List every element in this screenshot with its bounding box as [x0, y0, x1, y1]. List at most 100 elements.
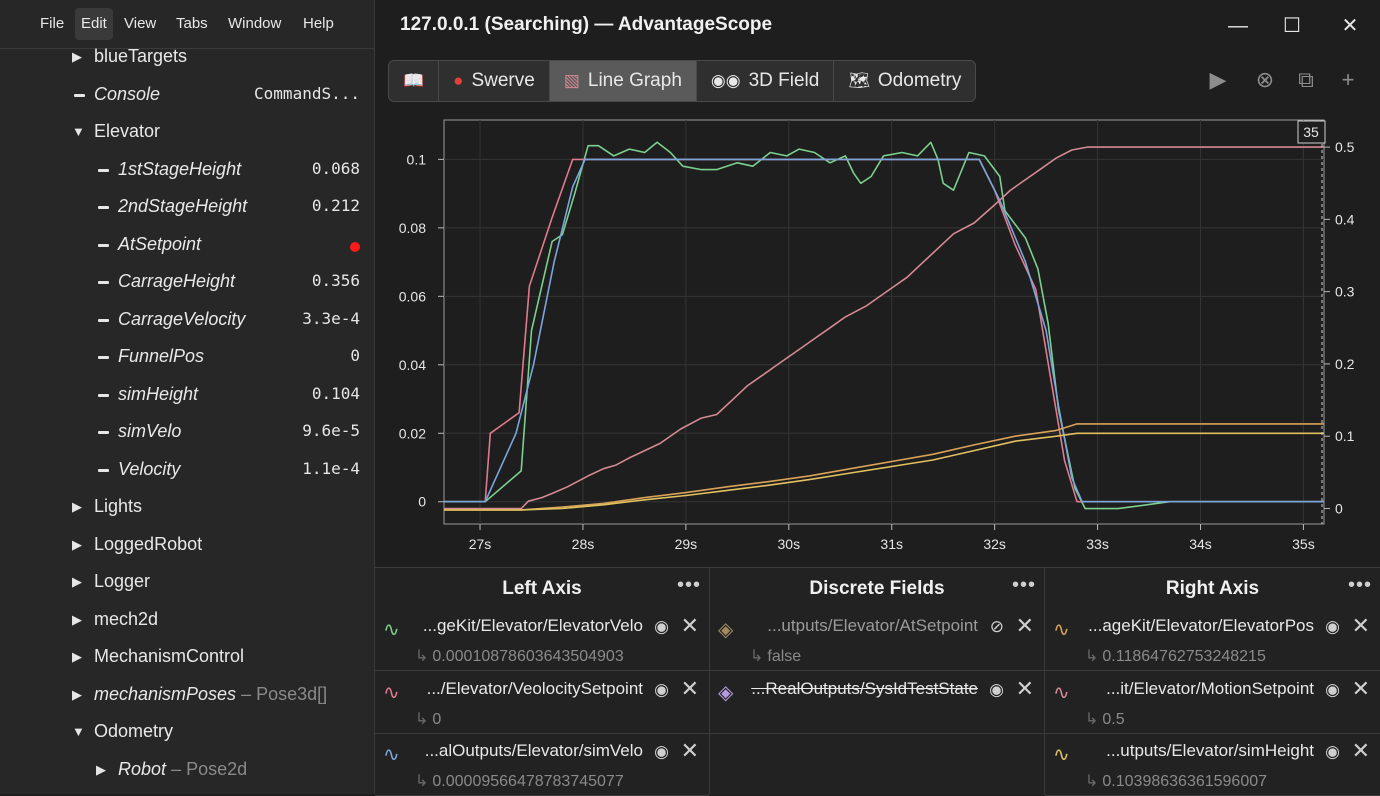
tree-field[interactable]: CarrageVelocity 3.3e-4: [0, 303, 374, 339]
tree-folder[interactable]: ▼ Odometry: [0, 715, 374, 751]
tree-label: blueTargets: [94, 46, 187, 67]
axis-field[interactable]: ∿ ...geKit/Elevator/ElevatorVelo ↳ 0.000108…: [375, 608, 709, 671]
eye-icon[interactable]: ◉: [989, 680, 1004, 700]
tree-field[interactable]: simHeight 0.104: [0, 378, 374, 414]
tree-label-text: Logger: [94, 571, 151, 591]
tree-folder[interactable]: ▶ blueTargets: [0, 40, 374, 76]
chevron-right-icon[interactable]: ▶: [72, 687, 86, 703]
chevron-right-icon[interactable]: ▶: [72, 499, 86, 515]
eye-off-icon[interactable]: ⊘: [990, 617, 1004, 637]
chevron-down-icon[interactable]: ▼: [72, 124, 86, 139]
eye-icon[interactable]: ◉: [654, 742, 669, 762]
chevron-right-icon[interactable]: ▶: [72, 537, 86, 553]
tree-folder[interactable]: ▶ Robot – Pose2d: [0, 753, 374, 789]
tree-folder[interactable]: ▼ Elevator: [0, 115, 374, 151]
tree-label-text: Velocity: [118, 458, 181, 479]
tab-line-graph[interactable]: ▧ Line Graph: [549, 61, 697, 101]
axis-field[interactable]: ∿ ...alOutputs/Elevator/simVelo ↳ 0.0000956…: [375, 733, 709, 796]
remove-field-icon[interactable]: ✕: [681, 676, 699, 702]
maximize-icon[interactable]: ☐: [1277, 12, 1307, 40]
axis-field[interactable]: ∿ ...utputs/Elevator/simHeight ↳ 0.10398636…: [1045, 733, 1380, 796]
close-icon[interactable]: ✕: [1335, 12, 1365, 40]
tab-3d-field[interactable]: ◉◉ 3D Field: [697, 61, 835, 101]
chevron-down-icon[interactable]: ▼: [72, 724, 86, 739]
axis-field[interactable]: ◈ ...utputs/Elevator/AtSetpoint ↳ false ⊘ ✕: [710, 608, 1044, 671]
tree-field[interactable]: 2ndStageHeight 0.212: [0, 190, 374, 226]
tree-field[interactable]: AtSetpoint: [0, 228, 374, 264]
docs-icon: 📖: [403, 71, 425, 90]
line-graph[interactable]: 0 0.02 0.04 0.06 0.08 0.1 0 0.1 0.2 0.3 0.4 0.5 27s 2…: [375, 108, 1380, 566]
tree-field[interactable]: Console CommandS...: [0, 78, 374, 114]
tree-field[interactable]: 1stStageHeight 0.068: [0, 153, 374, 189]
tree-field[interactable]: CarrageHeight 0.356: [0, 265, 374, 301]
more-options-icon[interactable]: •••: [1348, 574, 1372, 597]
tab-swerve[interactable]: ● Swerve: [439, 61, 550, 101]
menu-window[interactable]: Window: [222, 8, 287, 40]
tree-label-text: Console: [94, 83, 161, 104]
eye-icon[interactable]: ◉: [654, 680, 669, 700]
eye-icon[interactable]: ◉: [1325, 680, 1340, 700]
menu-file[interactable]: File: [34, 8, 70, 40]
tree-label-text: 1stStageHeight: [118, 158, 242, 179]
tree-label: MechanismControl: [94, 646, 244, 667]
x-tick-label: 32s: [983, 536, 1006, 552]
play-icon[interactable]: ▶: [1204, 66, 1232, 94]
more-options-icon[interactable]: •••: [1012, 574, 1036, 597]
minimize-icon[interactable]: —: [1223, 12, 1253, 40]
chevron-right-icon[interactable]: ▶: [72, 49, 86, 65]
eye-icon[interactable]: ◉: [1325, 742, 1340, 762]
tab-docs[interactable]: 📖: [389, 61, 440, 101]
tree-field[interactable]: Velocity 1.1e-4: [0, 453, 374, 489]
more-options-icon[interactable]: •••: [677, 574, 701, 597]
window-title: 127.0.0.1 (Searching) — AdvantageScope: [400, 14, 773, 35]
remove-field-icon[interactable]: ✕: [681, 613, 699, 639]
remove-field-icon[interactable]: ✕: [681, 738, 699, 764]
chevron-right-icon[interactable]: ▶: [72, 649, 86, 665]
add-tab-icon[interactable]: +: [1334, 66, 1362, 94]
menu-view[interactable]: View: [118, 8, 162, 40]
tree-folder[interactable]: ▶ mechanismPoses – Pose3d[]: [0, 678, 374, 714]
field-dash-icon: [98, 281, 109, 284]
remove-field-icon[interactable]: ✕: [1016, 676, 1034, 702]
chevron-right-icon[interactable]: ▶: [96, 762, 110, 778]
tree-label-text: simVelo: [118, 421, 182, 441]
remove-field-icon[interactable]: ✕: [1016, 613, 1034, 639]
tree-folder[interactable]: ▶ LoggedRobot: [0, 528, 374, 564]
axis-field[interactable]: ∿ ...ageKit/Elevator/ElevatorPos ↳ 0.118647…: [1045, 608, 1380, 671]
menu-tabs[interactable]: Tabs: [170, 8, 214, 40]
tree-label: simHeight: [118, 384, 198, 405]
tree-label-text: 2ndStageHeight: [118, 196, 248, 216]
field-value-text: 0.5: [1102, 710, 1125, 728]
remove-field-icon[interactable]: ✕: [1352, 676, 1370, 702]
chevron-right-icon[interactable]: ▶: [72, 574, 86, 590]
axis-field[interactable]: ◈ ...RealOutputs/SysIdTestState ◉ ✕: [710, 671, 1044, 734]
line-graph-icon: ▧: [563, 71, 580, 90]
tree-folder[interactable]: ▶ Lights: [0, 490, 374, 526]
right-tick-label: 0.5: [1335, 139, 1355, 155]
tree-field[interactable]: simVelo 9.6e-5: [0, 415, 374, 451]
tree-label: Robot – Pose2d: [118, 759, 247, 780]
duplicate-tab-icon[interactable]: ⧉: [1292, 66, 1320, 94]
tree-field[interactable]: FunnelPos 0: [0, 340, 374, 376]
field-value: ↳ 0.5: [1085, 709, 1125, 729]
tab-label: Line Graph: [587, 70, 682, 91]
tree-type: – Pose3d[]: [241, 683, 328, 704]
tree-label-text: mech2d: [94, 608, 159, 629]
menu-edit[interactable]: Edit: [75, 8, 113, 40]
field-dash-icon: [74, 93, 85, 97]
tab-odometry[interactable]: 🗺 Odometry: [834, 61, 975, 101]
remove-field-icon[interactable]: ✕: [1352, 613, 1370, 639]
eye-icon[interactable]: ◉: [654, 617, 669, 637]
tree-folder[interactable]: ▶ Logger: [0, 565, 374, 601]
axis-field[interactable]: ∿ ...it/Elevator/MotionSetpoint ↳ 0.5 ◉ ✕: [1045, 671, 1380, 734]
axis-field[interactable]: ∿ .../Elevator/VeolocitySetpoint ↳ 0 ◉ ✕: [375, 671, 709, 734]
menu-help[interactable]: Help: [297, 8, 340, 40]
swerve-icon: ●: [453, 71, 464, 90]
remove-field-icon[interactable]: ✕: [1352, 738, 1370, 764]
tree-folder[interactable]: ▶ MechanismControl: [0, 640, 374, 676]
tree-folder[interactable]: ▶ mech2d: [0, 603, 374, 639]
eye-icon[interactable]: ◉: [1325, 617, 1340, 637]
chevron-right-icon[interactable]: ▶: [72, 612, 86, 628]
close-tab-icon[interactable]: ⊗: [1251, 66, 1279, 94]
right-tick-label: 0: [1335, 500, 1343, 516]
